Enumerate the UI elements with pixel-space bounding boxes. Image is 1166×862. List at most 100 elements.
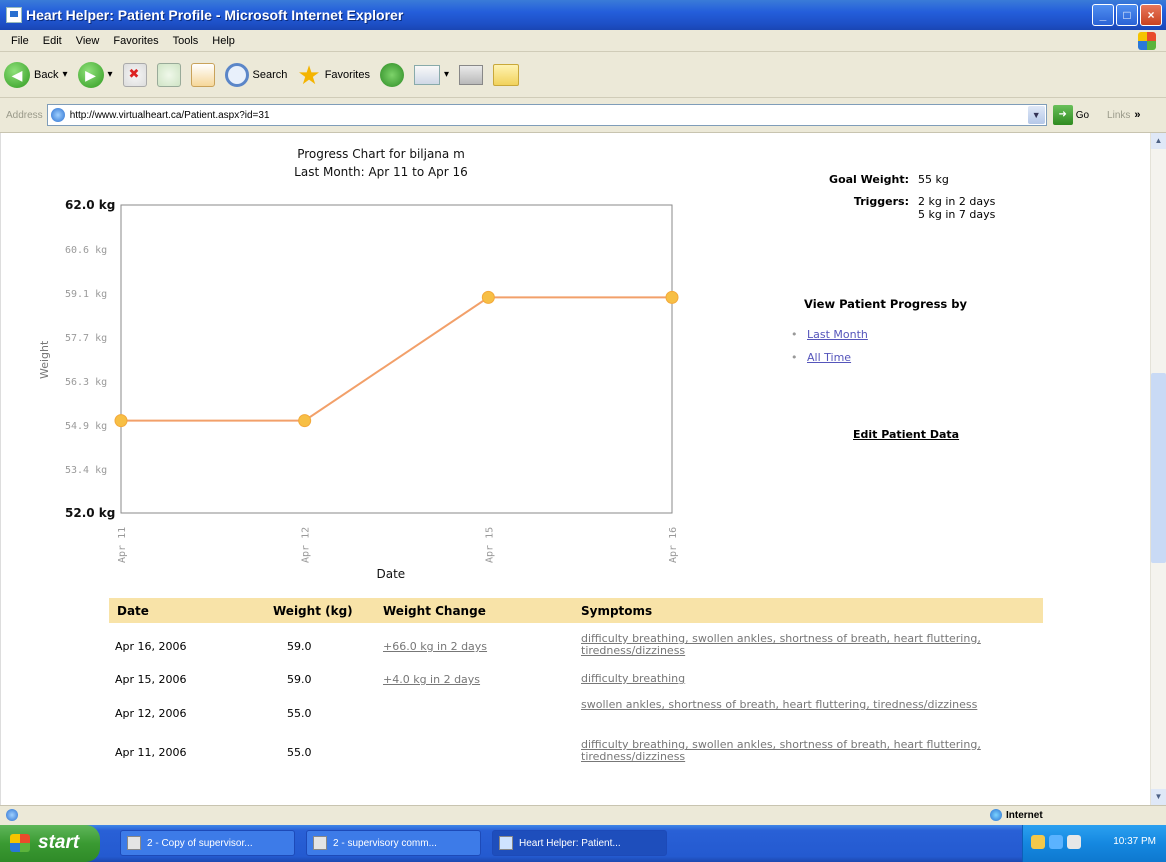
menu-help[interactable]: Help — [205, 35, 242, 47]
links-label[interactable]: Links — [1107, 110, 1130, 121]
tray-network-icon[interactable] — [1049, 835, 1063, 849]
back-button[interactable]: ◀ Back ▾ — [4, 61, 68, 88]
history-icon[interactable] — [379, 62, 404, 87]
links-chevron-icon[interactable]: » — [1134, 109, 1140, 121]
menu-favorites[interactable]: Favorites — [106, 35, 165, 47]
symptoms-link[interactable]: difficulty breathing — [581, 672, 685, 685]
go-arrow-icon: ➜ — [1052, 105, 1073, 125]
taskbar-item-3[interactable]: Heart Helper: Patient... — [492, 830, 667, 856]
x-tick-label: Apr 15 — [484, 527, 495, 563]
view-progress-heading: View Patient Progress by — [804, 297, 967, 311]
data-point — [481, 290, 495, 304]
zone-label: Internet — [1006, 809, 1043, 821]
header-weight: Weight (kg) — [273, 604, 353, 618]
taskbar-item-label: 2 - Copy of supervisor... — [147, 837, 253, 849]
taskbar-item-1[interactable]: 2 - Copy of supervisor... — [120, 830, 295, 856]
maximize-button[interactable]: □ — [1116, 4, 1138, 26]
start-label: start — [38, 832, 80, 853]
tray-volume-icon[interactable] — [1067, 835, 1081, 849]
mail-icon[interactable] — [413, 64, 440, 85]
back-dropdown-icon[interactable]: ▾ — [62, 69, 67, 80]
cell-weight: 59.0 — [287, 673, 312, 686]
cell-date: Apr 16, 2006 — [115, 640, 187, 653]
menu-view[interactable]: View — [69, 35, 107, 47]
table-header: Date Weight (kg) Weight Change Symptoms — [109, 598, 1043, 623]
symptoms-link[interactable]: swollen ankles, shortness of breath, hea… — [581, 698, 977, 711]
header-date: Date — [117, 604, 149, 618]
weight-change-link[interactable]: +4.0 kg in 2 days — [383, 673, 480, 686]
menu-tools[interactable]: Tools — [166, 35, 206, 47]
y-axis-label: Weight — [38, 340, 51, 379]
last-month-link[interactable]: Last Month — [807, 328, 868, 341]
forward-arrow-icon: ▶ — [77, 61, 104, 88]
nav-item-all-time: • All Time — [791, 351, 851, 364]
page-icon — [50, 108, 65, 122]
trigger-value-1: 2 kg in 2 days — [918, 195, 996, 208]
y-tick-label: 57.7 kg — [65, 333, 107, 344]
cell-weight: 55.0 — [287, 746, 312, 759]
x-tick-label: Apr 12 — [301, 527, 312, 563]
windows-flag-icon — [10, 834, 30, 852]
data-point — [298, 414, 312, 428]
status-bar: Internet — [0, 805, 1166, 825]
tray-shield-icon[interactable] — [1031, 835, 1045, 849]
mail-dropdown-icon[interactable]: ▾ — [444, 69, 449, 80]
data-point — [114, 414, 128, 428]
y-tick-label: 62.0 kg — [65, 198, 115, 212]
y-tick-label: 56.3 kg — [65, 377, 107, 388]
address-dropdown-icon[interactable]: ▼ — [1027, 106, 1045, 124]
stop-icon[interactable] — [122, 62, 147, 87]
address-label: Address — [6, 109, 43, 121]
menu-file[interactable]: File — [4, 35, 36, 47]
taskbar-item-2[interactable]: 2 - supervisory comm... — [306, 830, 481, 856]
address-input[interactable]: http://www.virtualheart.ca/Patient.aspx?… — [46, 104, 1047, 126]
edit-patient-data-link[interactable]: Edit Patient Data — [853, 428, 959, 441]
menu-edit[interactable]: Edit — [36, 35, 69, 47]
page-content: Progress Chart for biljana m Last Month:… — [0, 133, 1150, 805]
y-tick-label: 59.1 kg — [65, 289, 107, 300]
ie-icon — [499, 836, 513, 850]
favorites-label: Favorites — [324, 68, 370, 81]
scroll-thumb[interactable] — [1151, 373, 1166, 563]
triggers-label: Triggers: — [853, 195, 909, 208]
header-weight-change: Weight Change — [383, 604, 486, 618]
vertical-scrollbar[interactable]: ▲ ▼ — [1150, 133, 1166, 805]
address-bar: Address http://www.virtualheart.ca/Patie… — [0, 98, 1166, 133]
security-zone: Internet — [990, 809, 1043, 821]
forward-button[interactable]: ▶ ▾ — [77, 61, 113, 88]
scroll-down-icon[interactable]: ▼ — [1151, 789, 1166, 805]
favorites-star-icon: ★ — [297, 59, 321, 90]
symptoms-link[interactable]: difficulty breathing, swollen ankles, sh… — [581, 738, 981, 763]
menu-bar: File Edit View Favorites Tools Help — [0, 30, 1166, 52]
forward-dropdown-icon[interactable]: ▾ — [108, 69, 113, 80]
print-icon[interactable] — [458, 64, 483, 85]
minimize-button[interactable]: _ — [1092, 4, 1114, 26]
go-button[interactable]: ➜ Go — [1052, 105, 1090, 125]
x-tick-label: Apr 16 — [668, 527, 679, 563]
x-tick-label: Apr 11 — [117, 527, 128, 563]
data-point — [665, 290, 679, 304]
weight-change-link[interactable]: +66.0 kg in 2 days — [383, 640, 487, 653]
cell-weight: 59.0 — [287, 640, 312, 653]
y-tick-label: 60.6 kg — [65, 245, 107, 256]
y-tick-label: 52.0 kg — [65, 506, 115, 520]
windows-logo-icon — [1138, 32, 1156, 50]
favorites-button[interactable]: ★ Favorites — [297, 59, 370, 90]
status-page-icon — [6, 809, 18, 821]
cell-date: Apr 11, 2006 — [115, 746, 187, 759]
internet-globe-icon — [990, 809, 1002, 821]
search-button[interactable]: Search — [224, 62, 287, 87]
scroll-up-icon[interactable]: ▲ — [1151, 133, 1166, 149]
all-time-link[interactable]: All Time — [807, 351, 851, 364]
back-arrow-icon: ◀ — [4, 61, 30, 88]
folder-icon[interactable] — [492, 63, 519, 86]
close-button[interactable]: × — [1140, 4, 1162, 26]
go-label: Go — [1075, 109, 1090, 121]
home-icon[interactable] — [190, 62, 215, 87]
start-button[interactable]: start — [0, 825, 100, 862]
goal-weight-label: Goal Weight: — [829, 173, 909, 186]
symptoms-link[interactable]: difficulty breathing, swollen ankles, sh… — [581, 632, 981, 657]
windows-taskbar: start 2 - Copy of supervisor... 2 - supe… — [0, 825, 1166, 862]
refresh-icon[interactable] — [156, 62, 181, 87]
search-icon — [224, 62, 249, 87]
